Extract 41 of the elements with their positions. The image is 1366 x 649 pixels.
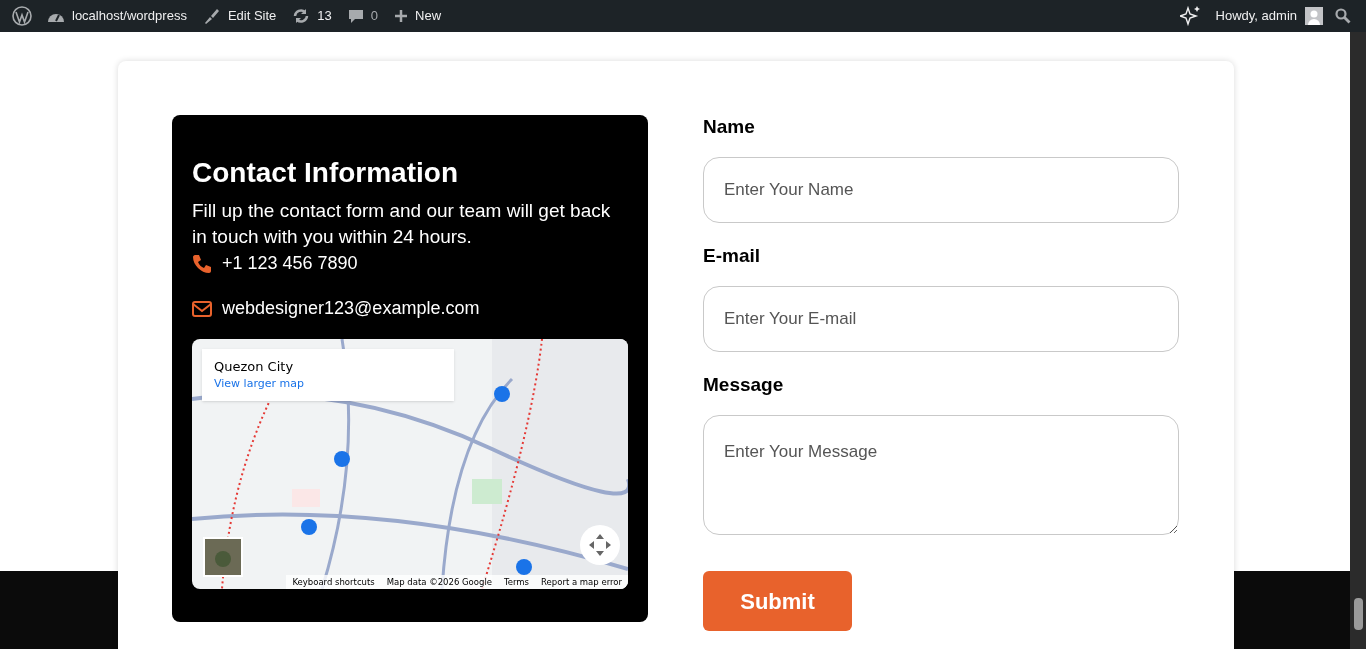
toolbar-item[interactable]: Edit Site [194, 0, 285, 32]
map-footer-link[interactable]: Map data ©2026 Google [386, 575, 492, 589]
contact-detail: webdesigner123@example.com [222, 297, 480, 320]
toolbar-item[interactable]: localhost/wordpress [39, 0, 195, 32]
refresh-icon [292, 7, 311, 25]
field-label: Name [703, 115, 756, 139]
contact-detail: +1 123 456 7890 [222, 252, 358, 275]
toolbar-item[interactable]: 0 [339, 0, 386, 32]
plus-icon [394, 9, 408, 23]
account-menu[interactable]: Howdy, admin [1215, 6, 1335, 26]
place-name: Quezon City [214, 358, 295, 376]
view-larger-map-link[interactable]: View larger map [214, 376, 442, 392]
field-label: E-mail [703, 244, 762, 268]
wordpress-logo-icon[interactable] [12, 6, 32, 26]
paintbrush-icon [202, 7, 221, 25]
sparkle-icon[interactable] [1179, 5, 1202, 27]
envelope-icon [192, 300, 212, 317]
comment-bubble-icon [347, 8, 364, 24]
greeting-text: Howdy, admin [1215, 7, 1297, 26]
avatar-icon [1305, 7, 1323, 25]
toolbar-item[interactable]: New [386, 0, 450, 32]
camera-control-icon[interactable] [580, 525, 620, 565]
field-label: Message [703, 373, 785, 397]
toolbar-label: 0 [370, 7, 378, 26]
search-icon[interactable] [1335, 8, 1351, 24]
scrollbar[interactable] [1350, 32, 1366, 649]
toolbar-label: localhost/wordpress [72, 7, 187, 26]
panel-title: Contact Information [192, 156, 459, 190]
map-footer-link[interactable]: Keyboard shortcuts [292, 575, 375, 589]
toolbar-label: New [415, 7, 442, 26]
toolbar-item[interactable]: 13 [284, 0, 340, 32]
map-footer-link[interactable]: Terms [504, 575, 530, 589]
toolbar-label: Edit Site [227, 7, 277, 26]
message-field[interactable]: Enter Your Message [703, 415, 1179, 535]
map-footer-link[interactable]: Report a map error [541, 575, 622, 589]
input-field[interactable]: Enter Your E-mail [703, 286, 1179, 352]
phone-icon [192, 253, 212, 274]
satellite-thumbnail-icon[interactable] [203, 537, 243, 577]
input-field[interactable]: Enter Your Name [703, 157, 1179, 223]
panel-description: Fill up the contact form and our team will get back in touch with you within 24 hours. [192, 199, 612, 249]
toolbar-label: 13 [317, 7, 332, 26]
